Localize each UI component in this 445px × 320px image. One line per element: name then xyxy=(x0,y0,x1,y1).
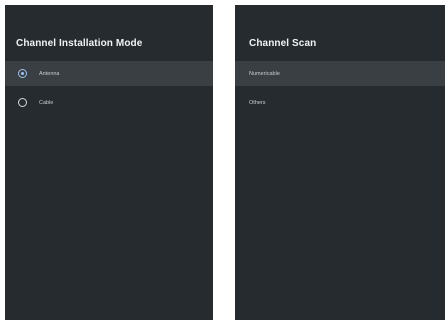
option-label: Cable xyxy=(39,99,54,106)
option-label: Others xyxy=(249,99,266,106)
channel-installation-mode-panel: Channel Installation Mode Antenna Cable xyxy=(5,5,213,320)
tv-settings-screen: Channel Installation Mode Antenna Cable … xyxy=(0,0,445,320)
option-antenna[interactable]: Antenna xyxy=(5,61,213,86)
channel-scan-panel: Channel Scan Numericable Others xyxy=(235,5,445,320)
option-numericable[interactable]: Numericable xyxy=(235,61,445,86)
radio-unselected-icon xyxy=(18,98,27,107)
panel-title: Channel Scan xyxy=(249,38,317,49)
panel-title: Channel Installation Mode xyxy=(16,38,143,49)
option-others[interactable]: Others xyxy=(235,90,445,115)
option-label: Antenna xyxy=(39,70,60,77)
option-label: Numericable xyxy=(249,70,280,77)
radio-selected-icon xyxy=(18,69,27,78)
option-cable[interactable]: Cable xyxy=(5,90,213,115)
